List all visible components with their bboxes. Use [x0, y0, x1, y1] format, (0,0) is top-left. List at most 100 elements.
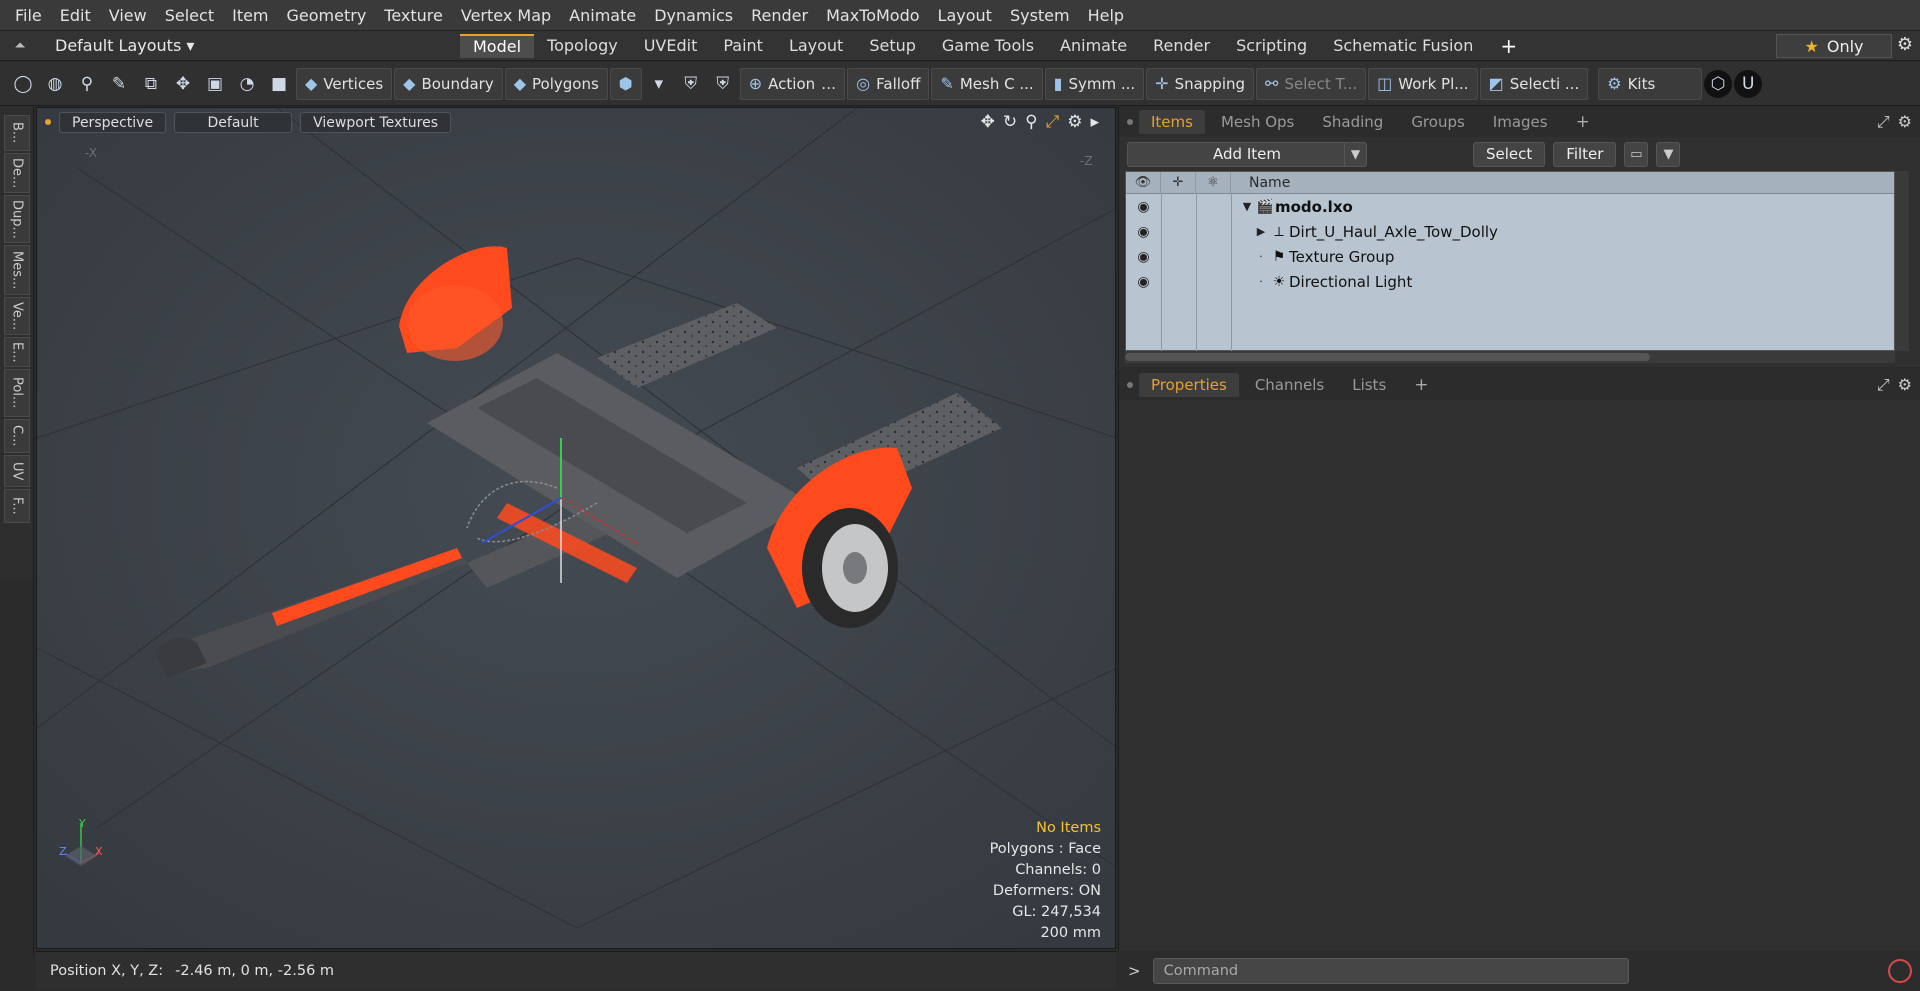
menu-select[interactable]: Select: [156, 0, 223, 31]
collapse-up-icon[interactable]: ⏶: [0, 38, 40, 54]
viewport-scene[interactable]: [37, 108, 1116, 949]
tab-uvedit[interactable]: UVEdit: [631, 34, 711, 58]
filter-button[interactable]: Filter: [1553, 141, 1617, 167]
menu-help[interactable]: Help: [1079, 0, 1133, 31]
menu-file[interactable]: File: [6, 0, 51, 31]
select-button[interactable]: Select: [1473, 141, 1546, 167]
select-through-button[interactable]: ⚯ Select T...: [1256, 67, 1367, 100]
left-tab-polygon[interactable]: Pol...: [4, 369, 30, 417]
vertices-button[interactable]: ◆ Vertices: [296, 67, 393, 100]
unreal-icon[interactable]: U: [1734, 69, 1763, 98]
rotate-icon[interactable]: ↻: [1003, 112, 1017, 132]
default-layouts-dropdown[interactable]: Default Layouts ▾: [40, 36, 460, 55]
tree-horizontal-scrollbar[interactable]: [1125, 351, 1895, 363]
add-tab-icon[interactable]: +: [1486, 34, 1531, 58]
render-column-icon[interactable]: ⚛: [1196, 171, 1231, 194]
filter-funnel-icon[interactable]: ▼: [1656, 141, 1681, 167]
visibility-column-icon[interactable]: 👁: [1126, 171, 1161, 194]
vertex-tool-icon[interactable]: ⚲: [72, 68, 102, 100]
polygons-button[interactable]: ◆ Polygons: [504, 67, 608, 100]
circle-select-icon[interactable]: ◯: [8, 68, 38, 100]
tab-animate[interactable]: Animate: [1047, 34, 1140, 58]
tab-setup[interactable]: Setup: [856, 34, 929, 58]
eye-icon[interactable]: ◉: [1126, 199, 1161, 215]
collapse-icon[interactable]: ▭: [1624, 141, 1649, 167]
collapsed-arrow-icon[interactable]: ▶: [1253, 225, 1269, 238]
work-plane-button[interactable]: ◫ Work Pl...: [1368, 67, 1478, 100]
shield-icon[interactable]: ⛨: [676, 68, 706, 100]
3d-viewport[interactable]: -X -Z Y Z X Perspective Default Viewport…: [36, 107, 1116, 949]
tree-row-scene[interactable]: ◉ ▼ 🎬 modo.lxo: [1126, 194, 1894, 219]
tab-topology[interactable]: Topology: [534, 34, 631, 58]
frame-icon[interactable]: ▣: [200, 68, 230, 100]
transform-icon[interactable]: ⧉: [136, 68, 166, 100]
tab-game-tools[interactable]: Game Tools: [929, 34, 1047, 58]
left-tab-edge[interactable]: E...: [4, 337, 30, 367]
left-tab-vertex[interactable]: Ve...: [4, 297, 30, 335]
play-arrow-icon[interactable]: ▸: [1090, 112, 1099, 132]
chevron-down-icon[interactable]: ▼: [1344, 142, 1366, 166]
tab-properties[interactable]: Properties: [1139, 373, 1239, 397]
menu-layout[interactable]: Layout: [929, 0, 1001, 31]
left-tab-deform[interactable]: De...: [4, 153, 30, 193]
expanded-arrow-icon[interactable]: ▼: [1239, 200, 1255, 213]
maximize-icon[interactable]: ⤢: [1046, 112, 1060, 132]
boundary-button[interactable]: ◆ Boundary: [394, 67, 503, 100]
selection-sets-button[interactable]: ◩ Selecti ...: [1479, 67, 1589, 100]
expand-panel-icon[interactable]: ⤢: [1877, 375, 1890, 395]
perspective-dropdown[interactable]: Perspective: [59, 111, 167, 133]
tree-row-mesh[interactable]: ◉ ▶ ⟂ Dirt_U_Haul_Axle_Tow_Dolly: [1126, 219, 1894, 244]
item-mode-button[interactable]: ⬢: [609, 67, 642, 100]
grid-move-icon[interactable]: ✥: [168, 68, 198, 100]
left-tab-duplicate[interactable]: Dup...: [4, 195, 30, 243]
menu-texture[interactable]: Texture: [375, 0, 452, 31]
shield-alt-icon[interactable]: ⛨: [708, 68, 738, 100]
symmetry-button[interactable]: ▮ Symm ...: [1044, 67, 1145, 100]
menu-view[interactable]: View: [100, 0, 156, 31]
record-macro-icon[interactable]: [1888, 959, 1912, 983]
viewport-settings-icon[interactable]: ⚙: [1067, 112, 1082, 132]
mesh-constraint-button[interactable]: ✎ Mesh C ...: [931, 67, 1043, 100]
rotate-circle-icon[interactable]: ◔: [232, 68, 262, 100]
tree-row-texture-group[interactable]: ◉ · ⚑ Texture Group: [1126, 244, 1894, 269]
tab-layout[interactable]: Layout: [776, 34, 856, 58]
falloff-button[interactable]: ◎ Falloff: [847, 67, 930, 100]
tab-render[interactable]: Render: [1140, 34, 1223, 58]
globe-icon[interactable]: ◍: [40, 68, 70, 100]
chevron-down-icon[interactable]: ▾: [644, 68, 674, 100]
left-tab-mesh-edit[interactable]: Mes...: [4, 245, 30, 295]
expand-panel-icon[interactable]: ⤢: [1877, 112, 1890, 132]
tab-groups[interactable]: Groups: [1399, 110, 1476, 134]
left-tab-curve[interactable]: C...: [4, 419, 30, 453]
kits-button[interactable]: ⚙ Kits: [1598, 67, 1703, 100]
menu-animate[interactable]: Animate: [560, 0, 645, 31]
tab-paint[interactable]: Paint: [710, 34, 776, 58]
left-tab-uv[interactable]: UV: [4, 455, 30, 487]
tab-scripting[interactable]: Scripting: [1223, 34, 1320, 58]
menu-render[interactable]: Render: [742, 0, 817, 31]
left-tab-fusion[interactable]: F...: [4, 489, 30, 523]
tree-row-directional-light[interactable]: ◉ · ☀ Directional Light: [1126, 269, 1894, 294]
menu-edit[interactable]: Edit: [51, 0, 100, 31]
tab-items[interactable]: Items: [1139, 110, 1205, 134]
add-item-button[interactable]: Add Item ▼: [1127, 141, 1367, 167]
pan-icon[interactable]: ✥: [981, 112, 995, 132]
menu-geometry[interactable]: Geometry: [278, 0, 376, 31]
tab-channels[interactable]: Channels: [1243, 373, 1336, 397]
brush-icon[interactable]: ✎: [104, 68, 134, 100]
eye-icon[interactable]: ◉: [1126, 274, 1161, 290]
tab-schematic-fusion[interactable]: Schematic Fusion: [1320, 34, 1486, 58]
viewport-textures-dropdown[interactable]: Viewport Textures: [300, 111, 452, 133]
cube-shaded-icon[interactable]: ■: [264, 68, 294, 100]
tab-images[interactable]: Images: [1481, 110, 1560, 134]
panel-settings-icon[interactable]: ⚙: [1898, 112, 1912, 132]
tab-mesh-ops[interactable]: Mesh Ops: [1209, 110, 1306, 134]
action-center-button[interactable]: ⊕ Action…: [739, 67, 846, 100]
eye-icon[interactable]: ◉: [1126, 249, 1161, 265]
zoom-icon[interactable]: ⚲: [1025, 112, 1037, 132]
snapping-button[interactable]: ✛ Snapping: [1146, 67, 1255, 100]
shading-dropdown[interactable]: Default: [174, 111, 293, 133]
scroll-thumb[interactable]: [1125, 353, 1650, 361]
menu-maxtomodo[interactable]: MaxToModo: [817, 0, 928, 31]
tab-shading[interactable]: Shading: [1310, 110, 1395, 134]
